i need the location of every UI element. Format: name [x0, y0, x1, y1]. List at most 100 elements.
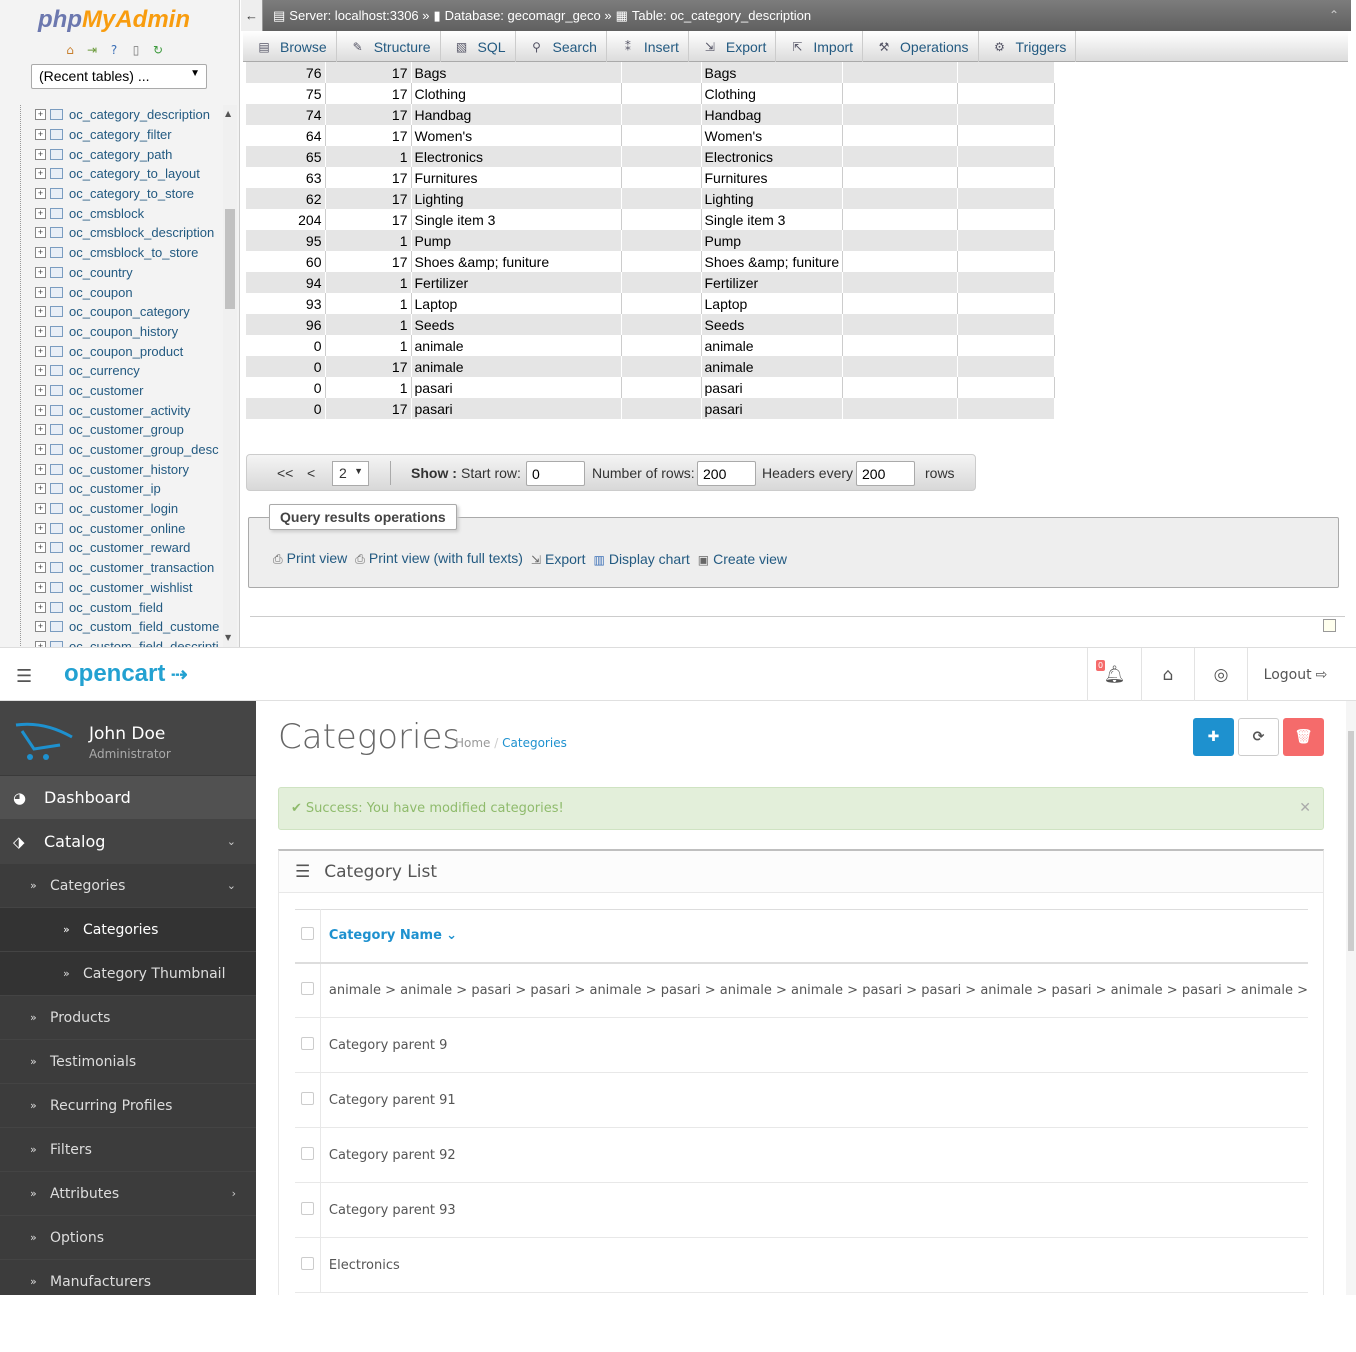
menu-category-thumbnail[interactable]: » Category Thumbnail [0, 952, 256, 996]
expand-icon[interactable]: + [35, 562, 46, 574]
table-cell[interactable] [621, 272, 702, 293]
table-cell[interactable]: Clothing [701, 83, 844, 104]
add-button[interactable]: ✚ [1193, 718, 1234, 756]
tree-table-item[interactable]: + oc_customer_ip [21, 479, 223, 499]
table-cell[interactable]: Furnitures [701, 167, 844, 188]
expand-icon[interactable]: + [35, 640, 46, 647]
table-cell[interactable] [957, 209, 1056, 230]
table-cell[interactable] [957, 104, 1056, 125]
menu-options[interactable]: » Options [0, 1216, 256, 1260]
table-name[interactable]: oc_customer_online [69, 521, 185, 536]
expand-icon[interactable]: + [35, 522, 46, 534]
menu-recurring-profiles[interactable]: » Recurring Profiles [0, 1084, 256, 1128]
table-cell[interactable] [842, 104, 959, 125]
table-cell[interactable]: 1 [325, 293, 412, 314]
table-cell[interactable] [842, 125, 959, 146]
prev-page-button[interactable]: < [307, 465, 315, 481]
tab-structure[interactable]: ✎ Structure [337, 31, 441, 62]
table-name[interactable]: oc_category_path [69, 147, 172, 162]
scroll-down-icon[interactable]: ▼ [225, 633, 231, 642]
table-name[interactable]: oc_custom_field [69, 600, 163, 615]
console-icon[interactable] [1323, 619, 1336, 632]
table-cell[interactable] [842, 356, 959, 377]
table-cell[interactable] [957, 188, 1056, 209]
create-view-link[interactable]: ▣ Create view [698, 551, 787, 567]
table-cell[interactable]: Handbag [701, 104, 844, 125]
menu-products[interactable]: » Products [0, 996, 256, 1040]
table-name[interactable]: oc_customer_group_desc [69, 442, 219, 457]
tree-table-item[interactable]: + oc_custom_field_descripti [21, 637, 223, 647]
table-cell[interactable] [957, 167, 1056, 188]
expand-icon[interactable]: + [35, 345, 46, 357]
close-icon[interactable]: ✕ [1299, 800, 1311, 816]
tree-table-item[interactable]: + oc_category_path [21, 144, 223, 164]
checkbox[interactable] [300, 1201, 314, 1215]
menu-categories[interactable]: » Categories ⌄ [0, 864, 256, 908]
row-checkbox[interactable] [295, 1237, 321, 1293]
tree-table-item[interactable]: + oc_customer_login [21, 499, 223, 519]
recent-tables-select[interactable]: (Recent tables) ... ▼ [31, 64, 207, 89]
table-cell[interactable] [621, 251, 702, 272]
start-row-input[interactable] [526, 461, 585, 486]
tree-table-item[interactable]: + oc_cmsblock_description [21, 223, 223, 243]
help-icon[interactable]: ? [106, 43, 122, 57]
print-view-link[interactable]: ⎙ Print view [273, 550, 347, 567]
menu-catalog[interactable]: ⬗ Catalog ⌄ [0, 820, 256, 864]
tree-table-item[interactable]: + oc_category_description [21, 105, 223, 125]
table-cell[interactable]: 17 [325, 188, 412, 209]
breadcrumb-table[interactable]: Table: oc_category_description [632, 8, 811, 23]
checkbox[interactable] [300, 1146, 314, 1160]
pma-logo[interactable]: phpMyAdmin [38, 6, 190, 34]
table-cell[interactable]: Seeds [411, 314, 622, 335]
menu-categories-list[interactable]: » Categories [0, 908, 256, 952]
table-cell[interactable]: animale [701, 356, 844, 377]
tree-table-item[interactable]: + oc_customer_group_desc [21, 440, 223, 460]
headers-every-input[interactable] [856, 461, 915, 486]
expand-icon[interactable]: + [35, 503, 46, 515]
table-cell[interactable] [842, 251, 959, 272]
table-cell[interactable] [842, 377, 959, 398]
table-name[interactable]: oc_custom_field_custome [69, 619, 219, 634]
table-cell[interactable]: 74 [246, 104, 326, 125]
tree-table-item[interactable]: + oc_category_to_store [21, 184, 223, 204]
expand-icon[interactable]: + [35, 424, 46, 436]
scrollbar-thumb[interactable] [1348, 731, 1354, 951]
table-cell[interactable]: 17 [325, 104, 412, 125]
table-cell[interactable]: pasari [701, 398, 844, 419]
tree-table-item[interactable]: + oc_customer_online [21, 518, 223, 538]
table-cell[interactable]: Handbag [411, 104, 622, 125]
logout-icon[interactable]: ⇥ [84, 43, 100, 57]
tree-table-item[interactable]: + oc_currency [21, 361, 223, 381]
table-name[interactable]: oc_customer_history [69, 462, 189, 477]
tree-table-item[interactable]: + oc_coupon [21, 282, 223, 302]
expand-icon[interactable]: + [35, 384, 46, 396]
table-cell[interactable] [842, 83, 959, 104]
table-cell[interactable]: 17 [325, 125, 412, 146]
table-cell[interactable]: 204 [246, 209, 326, 230]
table-cell[interactable]: 17 [325, 209, 412, 230]
table-cell[interactable]: pasari [701, 377, 844, 398]
table-cell[interactable]: Laptop [411, 293, 622, 314]
expand-icon[interactable]: + [35, 483, 46, 495]
table-cell[interactable] [842, 62, 959, 83]
table-cell[interactable] [957, 377, 1056, 398]
table-cell[interactable] [621, 125, 702, 146]
table-cell[interactable] [957, 356, 1056, 377]
table-cell[interactable] [957, 62, 1056, 83]
tab-export[interactable]: ⇲ Export [689, 31, 777, 62]
num-rows-input[interactable] [697, 461, 756, 486]
table-name[interactable]: oc_category_description [69, 107, 210, 122]
checkbox[interactable] [300, 1091, 314, 1105]
table-cell[interactable] [621, 167, 702, 188]
tab-import[interactable]: ⇱ Import [776, 31, 864, 62]
checkbox[interactable] [300, 1036, 314, 1050]
table-cell[interactable]: Furnitures [411, 167, 622, 188]
breadcrumb-database[interactable]: Database: gecomagr_geco » [445, 8, 612, 23]
table-cell[interactable]: Electronics [701, 146, 844, 167]
table-cell[interactable]: Pump [411, 230, 622, 251]
table-cell[interactable]: animale [701, 335, 844, 356]
menu-toggle-icon[interactable]: ☰ [16, 666, 32, 687]
table-cell[interactable] [957, 272, 1056, 293]
tree-table-item[interactable]: + oc_custom_field [21, 597, 223, 617]
table-cell[interactable]: Women's [411, 125, 622, 146]
